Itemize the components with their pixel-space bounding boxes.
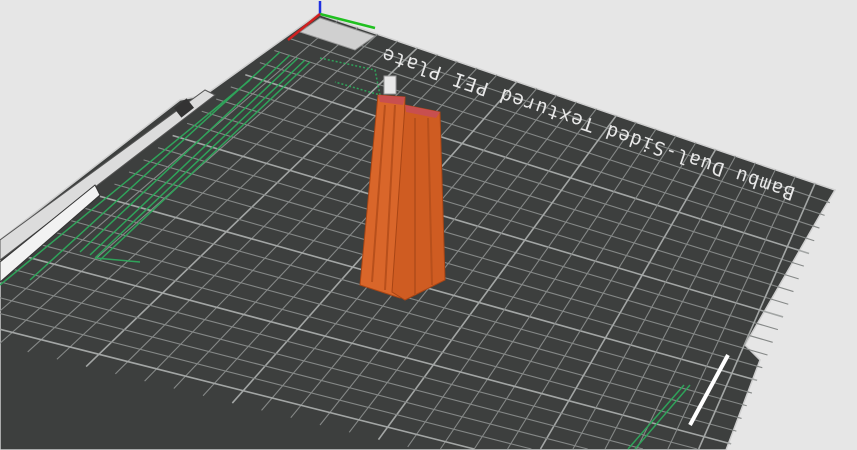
model-top-tab xyxy=(383,75,397,95)
3d-viewport[interactable]: Bambu Dual-Sided Textured PEI Plate xyxy=(0,0,857,450)
